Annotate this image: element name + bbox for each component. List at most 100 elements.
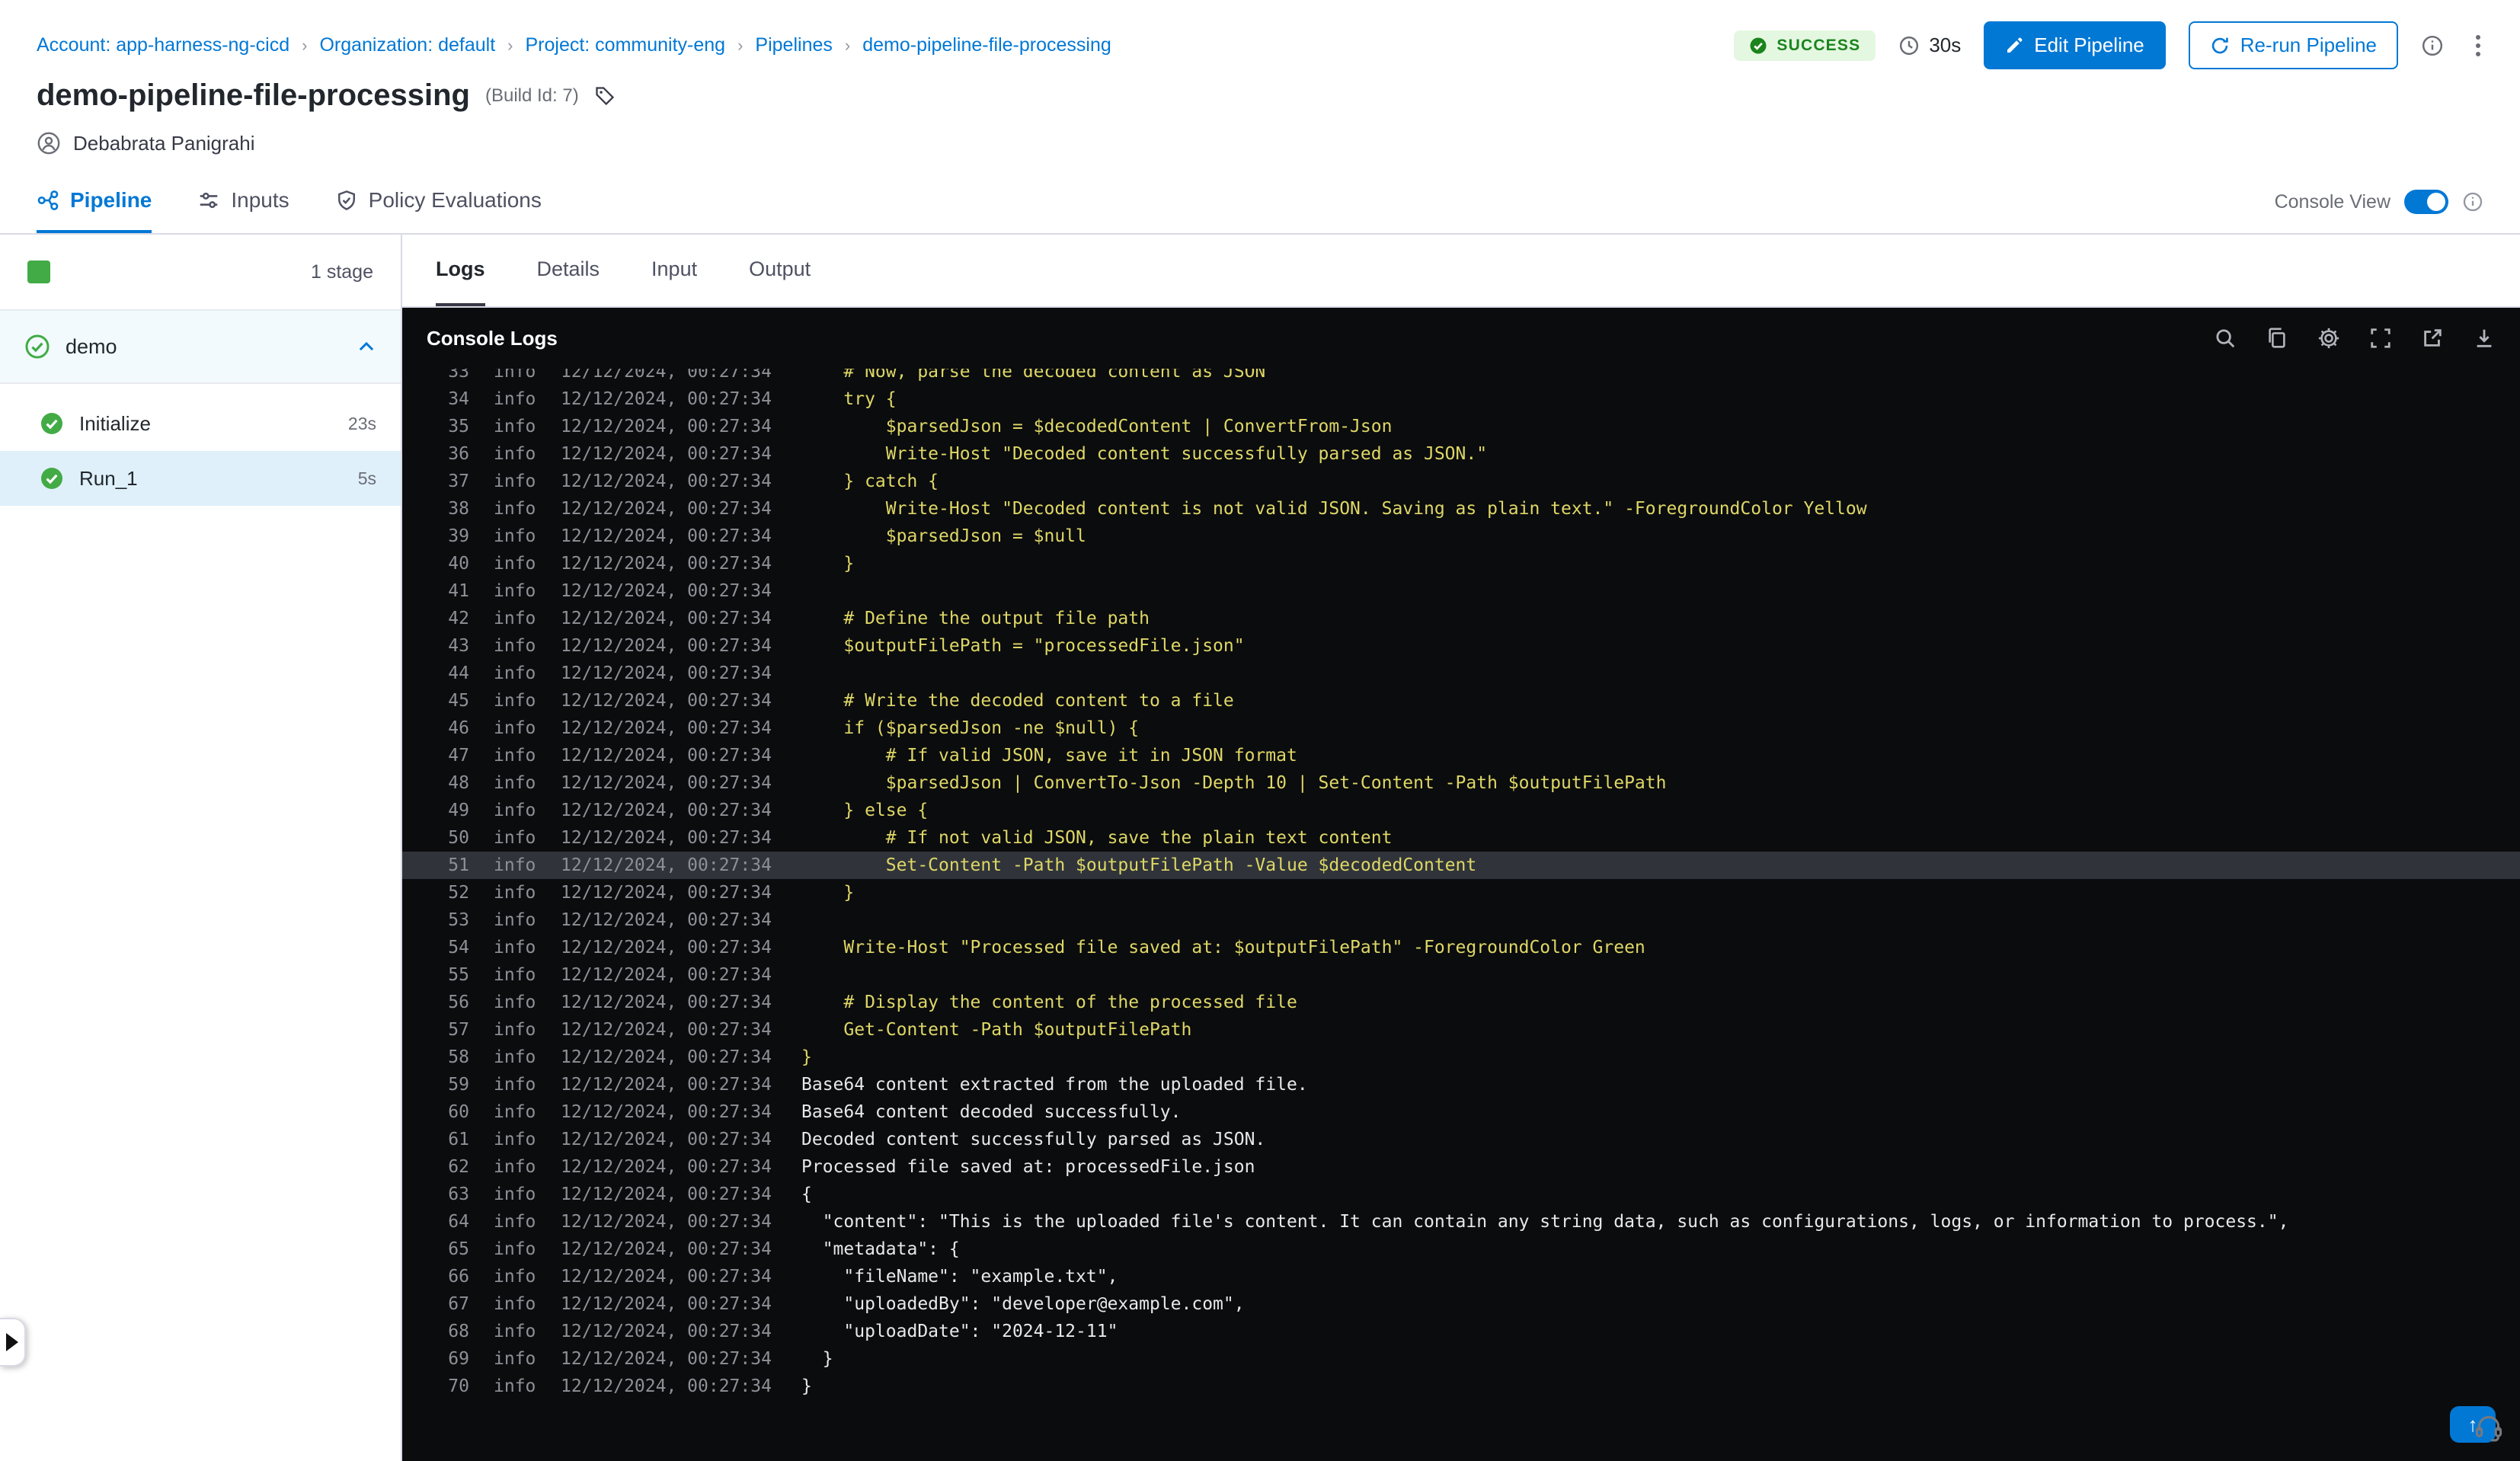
expand-panel-handle[interactable] <box>0 1318 26 1367</box>
stage-sidebar: 1 stage demo Initialize 23s Run_1 5s <box>0 235 402 1461</box>
log-message: $outputFilePath = "processedFile.json" <box>801 636 1245 656</box>
log-line-number: 49 <box>448 801 469 820</box>
console-panel: Console Logs 33 info 12/12/2024, 00:27:3… <box>402 308 2520 1461</box>
log-row: 51 info 12/12/2024, 00:27:34 Set-Content -… <box>402 852 2520 879</box>
stage-count-label: 1 stage <box>310 261 373 283</box>
log-timestamp: 12/12/2024, 00:27:34 <box>561 691 772 711</box>
log-level: info <box>494 1349 536 1369</box>
log-tab-logs[interactable]: Logs <box>436 235 485 306</box>
log-timestamp: 12/12/2024, 00:27:34 <box>561 1349 772 1369</box>
copy-icon[interactable] <box>2266 327 2288 350</box>
log-level: info <box>494 1212 536 1232</box>
pipeline-icon <box>37 189 59 212</box>
duration-text: 30s <box>1929 34 1962 56</box>
fullscreen-icon[interactable] <box>2369 327 2392 350</box>
log-timestamp: 12/12/2024, 00:27:34 <box>561 718 772 738</box>
log-message: # Write the decoded content to a file <box>801 691 1234 711</box>
log-level: info <box>494 828 536 848</box>
log-level: info <box>494 581 536 601</box>
tab-pipeline-label: Pipeline <box>70 188 152 212</box>
breadcrumb-link[interactable]: Pipelines <box>755 34 832 56</box>
log-level: info <box>494 636 536 656</box>
log-level: info <box>494 773 536 793</box>
console-header: Console Logs <box>402 308 2520 369</box>
tag-icon[interactable] <box>594 85 616 107</box>
log-tab-output[interactable]: Output <box>749 235 811 306</box>
build-id: (Build Id: 7) <box>484 85 579 106</box>
log-timestamp: 12/12/2024, 00:27:34 <box>561 609 772 628</box>
step-list: Initialize 23s Run_1 5s <box>0 384 401 506</box>
log-timestamp: 12/12/2024, 00:27:34 <box>561 1102 772 1122</box>
log-message: } <box>801 1376 812 1396</box>
info-icon[interactable] <box>2421 34 2444 57</box>
log-line-number: 54 <box>448 938 469 957</box>
rerun-pipeline-button[interactable]: Re-run Pipeline <box>2188 21 2398 69</box>
console-view-info-icon[interactable] <box>2462 191 2483 213</box>
stage-group-label: demo <box>66 334 117 358</box>
log-level: info <box>494 609 536 628</box>
breadcrumb-link[interactable]: Organization: default <box>319 34 495 56</box>
stage-status-chip[interactable] <box>27 261 50 283</box>
log-timestamp: 12/12/2024, 00:27:34 <box>561 1130 772 1149</box>
log-message: { <box>801 1184 812 1204</box>
log-timestamp: 12/12/2024, 00:27:34 <box>561 472 772 491</box>
breadcrumb-link[interactable]: Account: app-harness-ng-cicd <box>37 34 289 56</box>
tab-inputs[interactable]: Inputs <box>197 171 289 233</box>
log-level: info <box>494 472 536 491</box>
stage-group-demo[interactable]: demo <box>0 311 401 384</box>
log-message: if ($parsedJson -ne $null) { <box>801 718 1140 738</box>
step-label: Run_1 <box>79 466 138 490</box>
log-row: 49 info 12/12/2024, 00:27:34 } else { <box>402 797 2520 824</box>
success-check-icon <box>1749 37 1767 55</box>
search-icon[interactable] <box>2214 327 2237 350</box>
step-row-initialize[interactable]: Initialize 23s <box>0 396 401 451</box>
rerun-pipeline-label: Re-run Pipeline <box>2240 34 2377 56</box>
log-line-number: 68 <box>448 1322 469 1341</box>
breadcrumb-link[interactable]: Project: community-eng <box>525 34 725 56</box>
log-timestamp: 12/12/2024, 00:27:34 <box>561 1294 772 1314</box>
log-timestamp: 12/12/2024, 00:27:34 <box>561 1212 772 1232</box>
log-line-number: 33 <box>448 369 469 382</box>
log-row: 56 info 12/12/2024, 00:27:34 # Display the… <box>402 989 2520 1016</box>
top-bar: Account: app-harness-ng-cicd › Organizatio… <box>0 0 2520 75</box>
stage-success-icon <box>24 334 50 360</box>
log-row: 68 info 12/12/2024, 00:27:34 "uploadDate":… <box>402 1318 2520 1345</box>
log-timestamp: 12/12/2024, 00:27:34 <box>561 883 772 903</box>
log-row: 57 info 12/12/2024, 00:27:34 Get-Content -… <box>402 1016 2520 1044</box>
edit-pipeline-button[interactable]: Edit Pipeline <box>1984 21 2166 69</box>
log-message: # If valid JSON, save it in JSON format <box>801 746 1297 766</box>
log-timestamp: 12/12/2024, 00:27:34 <box>561 1322 772 1341</box>
log-level: info <box>494 1020 536 1040</box>
log-tab-input[interactable]: Input <box>651 235 697 306</box>
tab-inputs-label: Inputs <box>231 188 289 212</box>
log-timestamp: 12/12/2024, 00:27:34 <box>561 801 772 820</box>
log-level: info <box>494 1157 536 1177</box>
log-scroll-area[interactable]: 33 info 12/12/2024, 00:27:34 # Now, parse … <box>402 369 2520 1461</box>
tab-policy-label: Policy Evaluations <box>368 188 542 212</box>
tab-policy-evaluations[interactable]: Policy Evaluations <box>335 171 542 233</box>
log-row: 43 info 12/12/2024, 00:27:34 $outputFilePa… <box>402 632 2520 660</box>
log-lines: 33 info 12/12/2024, 00:27:34 # Now, parse … <box>402 369 2520 1400</box>
log-row: 39 info 12/12/2024, 00:27:34 $parsedJson =… <box>402 523 2520 550</box>
download-icon[interactable] <box>2473 327 2496 350</box>
log-line-number: 57 <box>448 1020 469 1040</box>
support-headset-icon[interactable] <box>2473 1411 2505 1443</box>
log-level: info <box>494 1047 536 1067</box>
console-view-label: Console View <box>2274 190 2390 213</box>
console-view-toggle[interactable] <box>2404 190 2448 214</box>
log-tab-details[interactable]: Details <box>537 235 600 306</box>
step-row-run_1[interactable]: Run_1 5s <box>0 451 401 506</box>
kebab-menu-icon[interactable] <box>2467 32 2490 59</box>
breadcrumb-link[interactable]: demo-pipeline-file-processing <box>862 34 1111 56</box>
tab-pipeline[interactable]: Pipeline <box>37 171 152 233</box>
log-line-number: 35 <box>448 417 469 436</box>
log-message: $parsedJson | ConvertTo-Json -Depth 10 |… <box>801 773 1667 793</box>
chevron-up-icon[interactable] <box>357 337 376 356</box>
log-timestamp: 12/12/2024, 00:27:34 <box>561 1047 772 1067</box>
log-row: 66 info 12/12/2024, 00:27:34 "fileName": "… <box>402 1263 2520 1290</box>
log-level: info <box>494 965 536 985</box>
log-line-number: 60 <box>448 1102 469 1122</box>
log-line-number: 66 <box>448 1267 469 1287</box>
settings-icon[interactable] <box>2317 327 2340 350</box>
open-in-new-icon[interactable] <box>2421 327 2444 350</box>
